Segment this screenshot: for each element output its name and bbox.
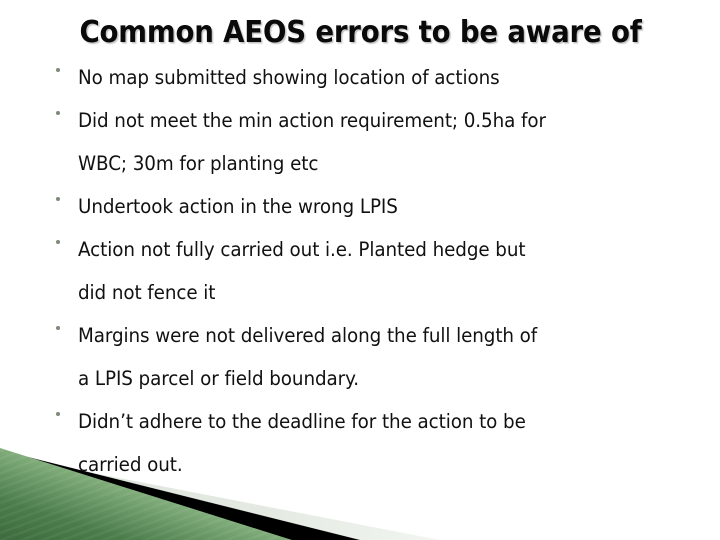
list-item: Margins were not delivered along the ful…	[0, 314, 720, 400]
page-title: Common AEOS errors to be aware of	[78, 15, 642, 51]
list-item: Did not meet the min action requirement;…	[0, 99, 720, 185]
list-item-label: No map submitted showing location of act…	[78, 66, 500, 89]
list-item: Didn’t adhere to the deadline for the ac…	[0, 400, 720, 486]
list-item-label: Action not fully carried out i.e. Plante…	[78, 238, 526, 304]
list-item: Action not fully carried out i.e. Plante…	[0, 228, 720, 314]
list-item-label: Didn’t adhere to the deadline for the ac…	[78, 410, 526, 476]
title-area: Common AEOS errors to be aware of	[0, 10, 720, 56]
list-item: No map submitted showing location of act…	[0, 56, 720, 99]
bullet-dot-icon	[56, 240, 60, 244]
bullet-dot-icon	[56, 197, 60, 201]
bullet-dot-icon	[56, 412, 60, 416]
list-item: Undertook action in the wrong LPIS	[0, 185, 720, 228]
bullet-dot-icon	[56, 111, 60, 115]
bullet-dot-icon	[56, 68, 60, 72]
slide-canvas: Common AEOS errors to be aware of No map…	[0, 0, 720, 540]
bullet-dot-icon	[56, 326, 60, 330]
bullet-list: No map submitted showing location of act…	[0, 56, 720, 486]
list-item-label: Did not meet the min action requirement;…	[78, 109, 546, 175]
list-item-label: Margins were not delivered along the ful…	[78, 324, 538, 390]
list-item-label: Undertook action in the wrong LPIS	[78, 195, 398, 218]
